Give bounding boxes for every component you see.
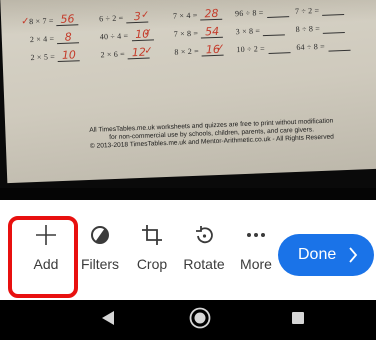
rotate-button[interactable]: Rotate	[176, 222, 232, 284]
tick-mark: ✓	[143, 27, 153, 39]
more-dots-icon	[243, 222, 269, 248]
add-label: Add	[33, 256, 59, 272]
recents-square-icon	[291, 311, 305, 330]
worksheet-equation: 7 ÷ 2 = __	[295, 4, 345, 17]
crop-label: Crop	[136, 256, 168, 272]
worksheet-equation: 8 × 7 = 56	[29, 12, 79, 27]
rotate-label: Rotate	[183, 256, 225, 272]
done-button[interactable]: Done	[278, 234, 374, 276]
nav-recents-button[interactable]	[286, 308, 310, 332]
worksheet-equation: 2 × 6 = 12	[100, 46, 151, 61]
tick-mark: ✓	[216, 42, 225, 54]
crop-button[interactable]: Crop	[124, 222, 180, 284]
worksheet-equation: 8 ÷ 8 = __	[295, 22, 346, 35]
worksheet-equation: 64 ÷ 8 = __	[296, 39, 351, 53]
worksheet-equation: 3 × 8 = __	[236, 24, 286, 37]
rotate-icon	[191, 222, 217, 248]
tick-mark: ✓	[20, 16, 30, 28]
back-triangle-icon	[101, 310, 115, 331]
worksheet-equation: 96 ÷ 8 = __	[235, 6, 289, 19]
worksheet-equation: 2 × 4 = 8	[30, 31, 80, 45]
filters-button[interactable]: Filters	[72, 222, 128, 284]
worksheet-equation: 10 ÷ 2 = __	[236, 42, 291, 55]
home-circle-icon	[189, 307, 211, 334]
tick-mark: ✓	[140, 9, 150, 21]
preview-bottom-edge	[0, 188, 376, 200]
worksheet-equation: 2 × 5 = 10	[30, 48, 81, 63]
filters-icon	[87, 222, 113, 248]
chevron-right-icon	[348, 247, 358, 263]
document-preview: 8 × 7 = 56 6 ÷ 2 = 3 7 × 4 = 28 96 ÷ 8 =…	[0, 0, 376, 188]
nav-back-button[interactable]	[96, 308, 120, 332]
add-button[interactable]: Add	[18, 222, 74, 284]
worksheet-equation: 7 × 8 = 54	[174, 25, 224, 40]
worksheet-equation: 7 × 4 = 28	[173, 7, 223, 22]
nav-home-button[interactable]	[188, 307, 212, 334]
plus-icon	[33, 222, 59, 248]
worksheet-page: 8 × 7 = 56 6 ÷ 2 = 3 7 × 4 = 28 96 ÷ 8 =…	[0, 0, 376, 184]
system-nav-bar	[0, 300, 376, 340]
more-label: More	[240, 256, 272, 272]
crop-icon	[139, 222, 165, 248]
worksheet-footer: All TimesTables.me.uk worksheets and qui…	[89, 117, 335, 150]
done-label: Done	[298, 246, 337, 263]
more-button[interactable]: More	[228, 222, 284, 284]
tick-mark: ✓	[144, 45, 153, 57]
filters-label: Filters	[80, 256, 120, 272]
edit-toolbar: Add Filters Crop Rotate More Done	[0, 200, 376, 300]
